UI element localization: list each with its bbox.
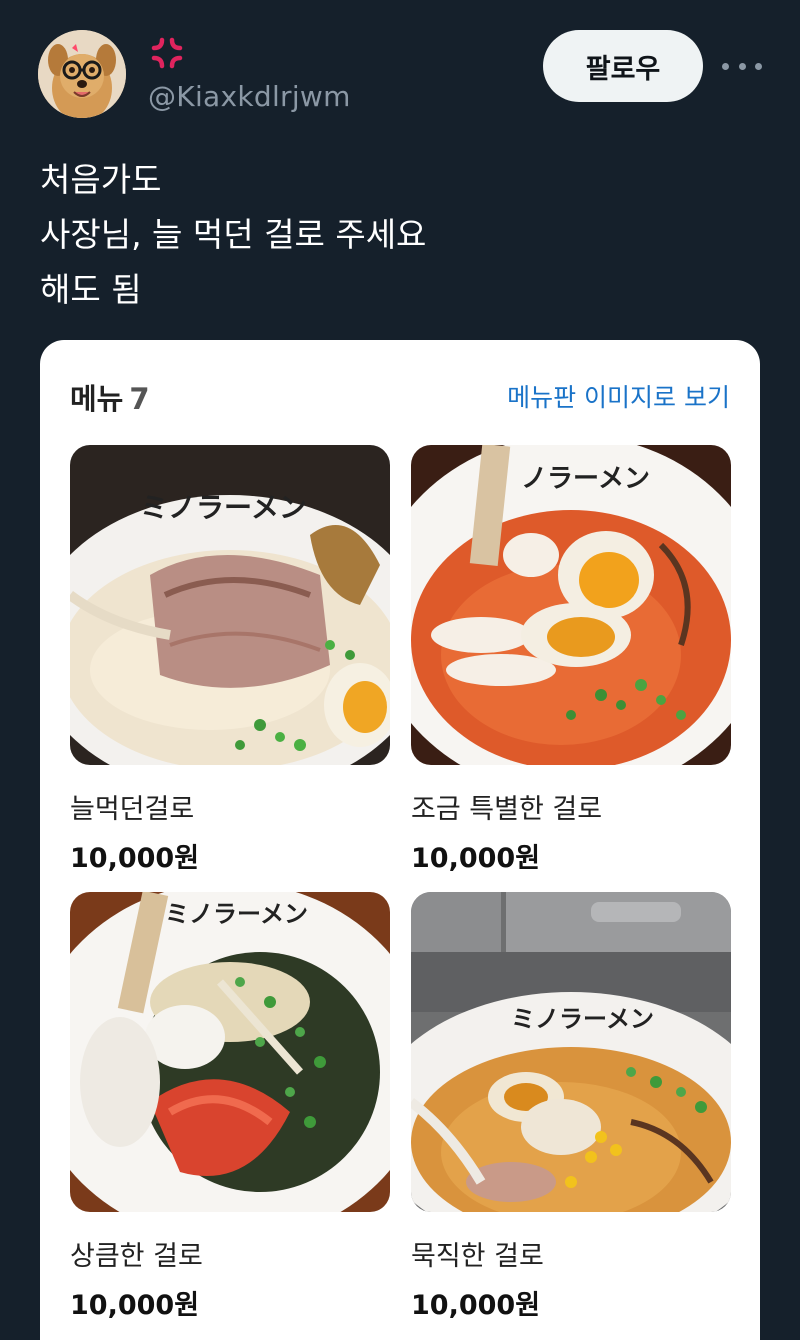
menu-item-image[interactable]: ミノラーメン [411,892,731,1212]
menu-item-image[interactable]: ミノラーメン [70,892,390,1212]
tweet-page: @Kiaxkdlrjwm 팔로우 처음가도 사장님, 늘 먹던 걸로 주세요 해… [0,0,800,1340]
menu-title: 메뉴 7 [70,376,150,418]
menu-item[interactable]: ミノラーメン 상큼한 걸로 10,000원 [70,892,390,1322]
anger-symbol-icon [151,37,183,69]
tweet-line: 처음가도 [40,160,162,199]
menu-item-image[interactable]: ミノラーメン [70,445,390,765]
menu-count: 7 [129,382,150,416]
tweet-text: 처음가도 사장님, 늘 먹던 걸로 주세요 해도 됨 [40,152,426,317]
user-handle[interactable]: @Kiaxkdlrjwm [148,80,351,113]
menu-item-name: 묵직한 걸로 [411,1241,544,1272]
menu-item-price: 10,000원 [411,843,541,874]
menu-item[interactable]: ミノラーメン 늘먹던걸로 10,000원 [70,445,390,875]
follow-button[interactable]: 팔로우 [543,30,703,102]
menu-item-price: 10,000원 [411,1290,541,1321]
menu-item-price: 10,000원 [70,1290,200,1321]
svg-text:ミノラーメン: ミノラーメン [165,900,308,928]
avatar[interactable] [38,30,126,118]
menu-item-name: 상큼한 걸로 [70,1241,203,1272]
dog-avatar-icon [38,30,126,118]
tweet-line: 해도 됨 [40,270,142,309]
svg-text:ノラーメン: ノラーメン [521,464,650,494]
more-options-icon[interactable] [722,52,762,80]
menu-card: 메뉴 7 메뉴판 이미지로 보기 ミノラーメン 늘먹던걸로 10,000원 ノラ… [40,340,760,1340]
menu-item-name: 조금 특별한 걸로 [411,794,603,825]
menu-item-price: 10,000원 [70,843,200,874]
menu-title-label: 메뉴 [70,382,124,416]
svg-text:ミノラーメン: ミノラーメン [140,491,307,524]
menu-item-image[interactable]: ノラーメン [411,445,731,765]
tweet-line: 사장님, 늘 먹던 걸로 주세요 [40,215,427,254]
menu-item-name: 늘먹던걸로 [70,794,195,825]
menu-item[interactable]: ノラーメン 조금 특별한 걸로 10,000원 [411,445,731,875]
svg-text:ミノラーメン: ミノラーメン [511,1005,654,1033]
menu-item[interactable]: ミノラーメン 묵직한 걸로 10,000원 [411,892,731,1322]
view-menu-board-link[interactable]: 메뉴판 이미지로 보기 [507,378,730,414]
